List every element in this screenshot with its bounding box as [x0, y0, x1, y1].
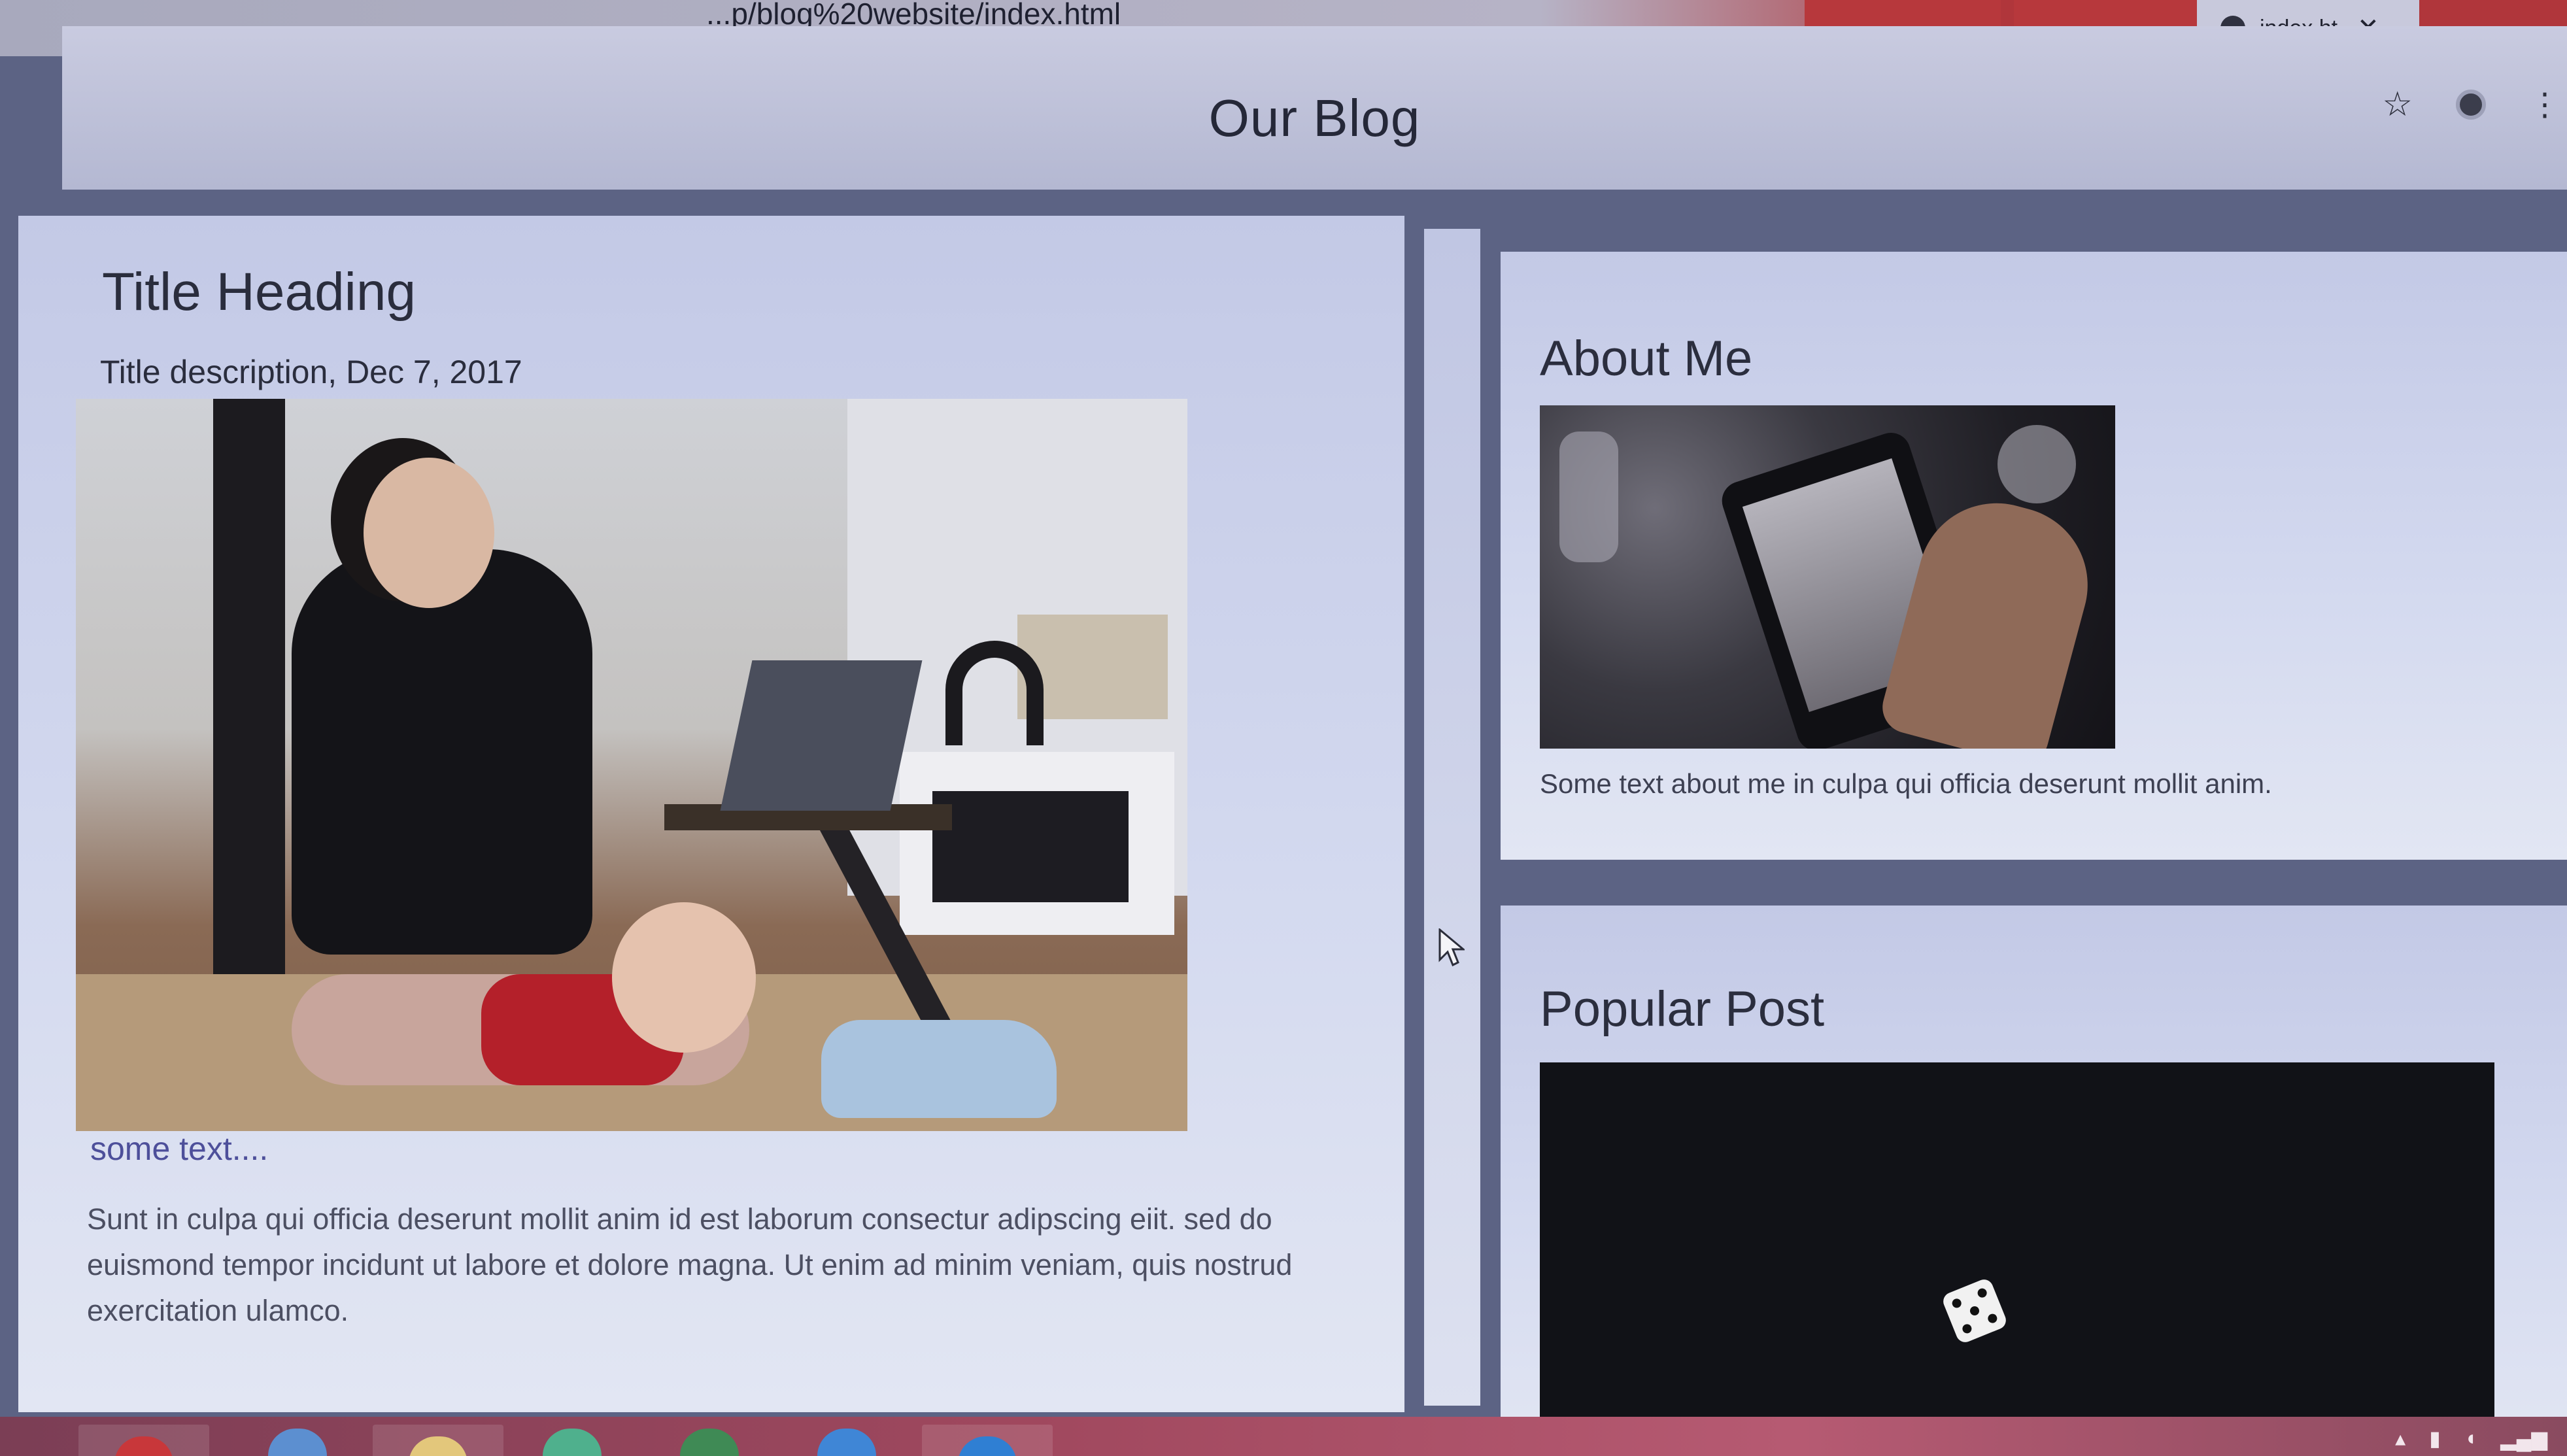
store-icon[interactable]: [680, 1429, 739, 1456]
ie-icon[interactable]: [268, 1429, 327, 1456]
battery-icon[interactable]: ▮: [2429, 1426, 2441, 1451]
volume-icon[interactable]: ◖: [2464, 1426, 2477, 1451]
image-bokeh: [1559, 432, 1618, 562]
about-title: About Me: [1540, 331, 1753, 386]
image-bokeh: [1998, 425, 2076, 503]
popular-post-image[interactable]: [1540, 1062, 2494, 1456]
menu-more-icon[interactable]: ⋮: [2529, 86, 2560, 123]
extension-icon[interactable]: [2456, 90, 2486, 120]
image-baby-head: [612, 902, 756, 1053]
image-laptop: [720, 660, 923, 811]
edge-icon[interactable]: [817, 1429, 876, 1456]
app-icon[interactable]: [543, 1429, 602, 1456]
popular-title: Popular Post: [1540, 981, 1825, 1037]
image-blanket: [821, 1020, 1057, 1118]
image-person-body: [292, 549, 592, 955]
browser-toolbar: ☆ ⋮: [2382, 85, 2567, 124]
system-tray: ▴ ▮ ◖ ▂▄▆: [2395, 1426, 2547, 1451]
about-text: Some text about me in culpa qui officia …: [1540, 768, 2272, 799]
post-image: [76, 399, 1187, 1131]
os-taskbar: ▴ ▮ ◖ ▂▄▆: [0, 1417, 2567, 1456]
chrome-icon: [114, 1436, 173, 1456]
folder-icon: [409, 1436, 468, 1456]
vscode-icon: [958, 1436, 1017, 1456]
signal-icon[interactable]: ▂▄▆: [2500, 1426, 2547, 1451]
post-title: Title Heading: [102, 262, 416, 322]
taskbar-app-chrome[interactable]: [78, 1425, 209, 1456]
site-header: Our Blog: [62, 26, 2567, 190]
bookmark-star-icon[interactable]: ☆: [2382, 85, 2413, 124]
post-read-more-link[interactable]: some text....: [90, 1130, 268, 1168]
post-body: Sunt in culpa qui officia deserunt molli…: [87, 1202, 1293, 1327]
about-image: [1540, 405, 2115, 749]
popular-post-card: Popular Post: [1501, 906, 2567, 1456]
image-cabinet-door: [932, 791, 1129, 902]
image-person-head: [364, 458, 494, 608]
about-card: About Me Some text about me in culpa qui…: [1501, 252, 2567, 860]
tray-chevron-icon[interactable]: ▴: [2395, 1426, 2406, 1451]
image-pillar: [213, 399, 285, 987]
page: ...p/blog%20website/index.html index.ht …: [0, 0, 2567, 1456]
taskbar-app-vscode[interactable]: [922, 1425, 1053, 1456]
site-title: Our Blog: [1208, 89, 1421, 147]
mouse-cursor-icon: [1438, 928, 1465, 967]
taskbar-app-explorer[interactable]: [373, 1425, 503, 1456]
post-meta: Title description, Dec 7, 2017: [100, 354, 522, 390]
image-headphones: [945, 641, 1044, 745]
column-gutter: [1424, 229, 1480, 1406]
main-post-card: Title Heading Title description, Dec 7, …: [18, 216, 1404, 1412]
dice-icon: [1940, 1276, 2009, 1346]
